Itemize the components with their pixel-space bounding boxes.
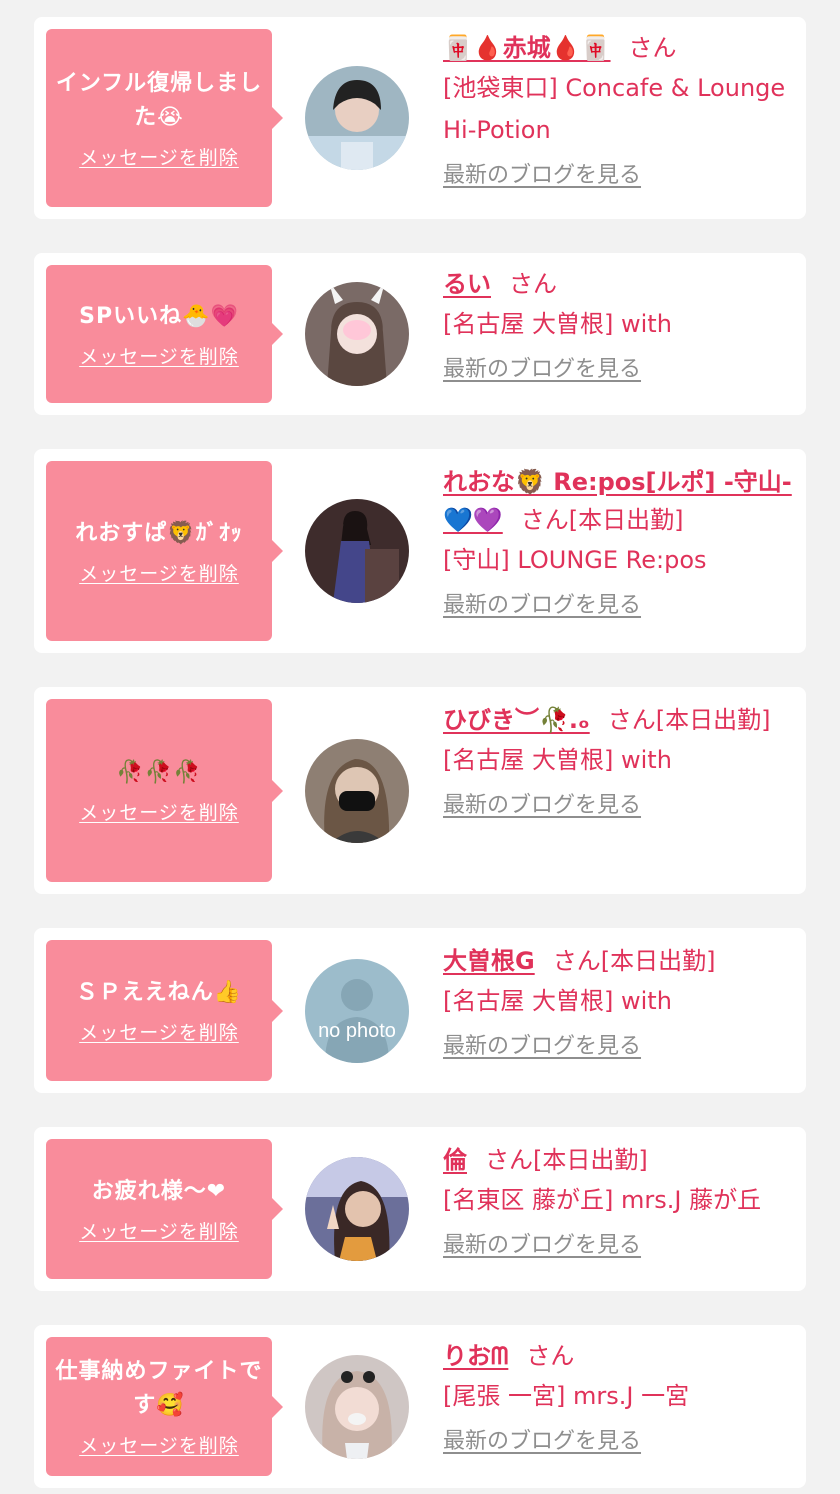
honorific: さん <box>552 947 601 975</box>
delete-message-link[interactable]: メッセージを削除 <box>79 342 239 369</box>
girl-info: 倫さん[本日出勤] [名東区 藤が丘] mrs.J 藤が丘 最新のブログを見る <box>443 1141 798 1265</box>
message-card: れおすぱ🦁ｶﾞｵｯ メッセージを削除 れおな🦁 Re:pos[ルポ] -守山-💙… <box>34 449 806 653</box>
girl-info: 大曽根G さん[本日出勤] [名古屋 大曽根] with 最新のブログを見る <box>443 942 798 1066</box>
shop-name: [守山] LOUNGE Re:pos <box>443 546 707 574</box>
shop-name: [名東区 藤が丘] mrs.J 藤が丘 <box>443 1186 762 1214</box>
message-card: 🥀🥀🥀 メッセージを削除 ひびき︶🥀.ₒ さん[本日出勤] [名古屋 大曽根] w… <box>34 687 806 894</box>
profile-photo-icon <box>305 66 409 170</box>
girl-info: れおな🦁 Re:pos[ルポ] -守山-💙💜 さん[本日出勤] [守山] LOUN… <box>443 463 798 625</box>
name-line: 🀄🩸赤城🩸🀄 さん <box>443 29 798 67</box>
shop-name: [名古屋 大曽根] with <box>443 987 672 1015</box>
view-blog-link[interactable]: 最新のブログを見る <box>443 587 641 625</box>
profile-photo-icon <box>305 1355 409 1459</box>
avatar[interactable] <box>305 282 409 386</box>
message-card: インフル復帰しました😭 メッセージを削除 🀄🩸赤城🩸🀄 さん [池袋東口] Con… <box>34 17 806 219</box>
message-card: SPいいね🐣💗 メッセージを削除 るい さん [名古屋 大曽根] with 最新の… <box>34 253 806 415</box>
avatar[interactable] <box>305 66 409 170</box>
message-bubble: 仕事納めファイトです🥰 メッセージを削除 <box>46 1337 283 1476</box>
avatar[interactable] <box>305 499 409 603</box>
shop-name: [名古屋 大曽根] with <box>443 310 672 338</box>
view-blog-link[interactable]: 最新のブログを見る <box>443 787 641 825</box>
girl-info: ひびき︶🥀.ₒ さん[本日出勤] [名古屋 大曽根] with 最新のブログを見る <box>443 701 798 825</box>
girl-name-link[interactable]: るい <box>443 270 491 298</box>
avatar[interactable] <box>305 1355 409 1459</box>
shop-name: [池袋東口] Concafe & Lounge Hi-Potion <box>443 74 786 144</box>
message-text: SPいいね🐣💗 <box>79 303 239 329</box>
no-photo-icon: no photo <box>305 959 409 1063</box>
name-line: 大曽根G さん[本日出勤] <box>443 942 798 980</box>
girl-name-link[interactable]: 🀄🩸赤城🩸🀄 <box>443 34 611 62</box>
honorific: さん <box>628 34 677 62</box>
shop-name: [名古屋 大曽根] with <box>443 746 672 774</box>
honorific: さん <box>509 270 557 298</box>
message-bubble: れおすぱ🦁ｶﾞｵｯ メッセージを削除 <box>46 461 283 641</box>
girl-info: りおᗰ さん [尾張 一宮] mrs.J 一宮 最新のブログを見る <box>443 1337 798 1461</box>
girl-name-link[interactable]: りおᗰ <box>443 1342 508 1370</box>
delete-message-link[interactable]: メッセージを削除 <box>79 559 239 586</box>
profile-photo-icon <box>305 282 409 386</box>
message-bubble: お疲れ様〜❤ メッセージを削除 <box>46 1139 283 1279</box>
name-line: れおな🦁 Re:pos[ルポ] -守山-💙💜 さん[本日出勤] <box>443 463 798 539</box>
girl-info: 🀄🩸赤城🩸🀄 さん [池袋東口] Concafe & Lounge Hi-Poti… <box>443 29 798 195</box>
honorific: さん <box>485 1146 533 1174</box>
view-blog-link[interactable]: 最新のブログを見る <box>443 1227 641 1265</box>
shop-name: [尾張 一宮] mrs.J 一宮 <box>443 1382 690 1410</box>
message-text: れおすぱ🦁ｶﾞｵｯ <box>75 520 243 546</box>
message-card: 仕事納めファイトです🥰 メッセージを削除 りおᗰ さん [尾張 一宮] mrs.J… <box>34 1325 806 1488</box>
avatar[interactable] <box>305 739 409 843</box>
girl-info: るい さん [名古屋 大曽根] with 最新のブログを見る <box>443 265 798 389</box>
profile-photo-icon <box>305 499 409 603</box>
avatar[interactable] <box>305 1157 409 1261</box>
delete-message-link[interactable]: メッセージを削除 <box>79 1217 239 1244</box>
message-bubble: 🥀🥀🥀 メッセージを削除 <box>46 699 283 882</box>
view-blog-link[interactable]: 最新のブログを見る <box>443 157 641 195</box>
name-line: りおᗰ さん <box>443 1337 798 1375</box>
honorific: さん <box>526 1342 575 1370</box>
delete-message-link[interactable]: メッセージを削除 <box>79 1431 239 1458</box>
honorific: さん <box>520 506 569 534</box>
view-blog-link[interactable]: 最新のブログを見る <box>443 351 641 389</box>
view-blog-link[interactable]: 最新のブログを見る <box>443 1423 641 1461</box>
message-text: 🥀🥀🥀 <box>116 760 202 785</box>
girl-name-link[interactable]: 倫 <box>443 1146 467 1174</box>
status-label: [本日出勤] <box>600 947 716 975</box>
message-text: ＳＰええねん👍 <box>75 980 243 1005</box>
view-blog-link[interactable]: 最新のブログを見る <box>443 1028 641 1066</box>
message-card: ＳＰええねん👍 メッセージを削除 no photo 大曽根G さん[本日出勤] [… <box>34 928 806 1093</box>
girl-name-link[interactable]: ひびき︶🥀.ₒ <box>443 706 590 734</box>
message-bubble: インフル復帰しました😭 メッセージを削除 <box>46 29 283 207</box>
message-text: お疲れ様〜❤ <box>91 1178 227 1204</box>
name-line: ひびき︶🥀.ₒ さん[本日出勤] <box>443 701 798 739</box>
message-list: インフル復帰しました😭 メッセージを削除 🀄🩸赤城🩸🀄 さん [池袋東口] Con… <box>0 0 840 1494</box>
name-line: るい さん <box>443 265 798 303</box>
delete-message-link[interactable]: メッセージを削除 <box>79 1018 239 1045</box>
delete-message-link[interactable]: メッセージを削除 <box>79 143 239 170</box>
message-text: インフル復帰しました😭 <box>55 70 263 130</box>
profile-photo-icon <box>305 739 409 843</box>
girl-name-link[interactable]: 大曽根G <box>443 947 535 975</box>
profile-photo-icon <box>305 1157 409 1261</box>
delete-message-link[interactable]: メッセージを削除 <box>79 798 239 825</box>
message-bubble: ＳＰええねん👍 メッセージを削除 <box>46 940 283 1081</box>
status-label: [本日出勤] <box>568 506 684 534</box>
status-label: [本日出勤] <box>655 706 771 734</box>
status-label: [本日出勤] <box>533 1146 648 1174</box>
name-line: 倫さん[本日出勤] <box>443 1141 798 1179</box>
avatar[interactable]: no photo <box>305 959 409 1063</box>
message-text: 仕事納めファイトです🥰 <box>55 1359 263 1418</box>
message-card: お疲れ様〜❤ メッセージを削除 倫さん[本日出勤] [名東区 藤が丘] mrs.… <box>34 1127 806 1291</box>
message-bubble: SPいいね🐣💗 メッセージを削除 <box>46 265 283 403</box>
honorific: さん <box>607 706 656 734</box>
no-photo-text: no photo <box>318 1020 396 1042</box>
